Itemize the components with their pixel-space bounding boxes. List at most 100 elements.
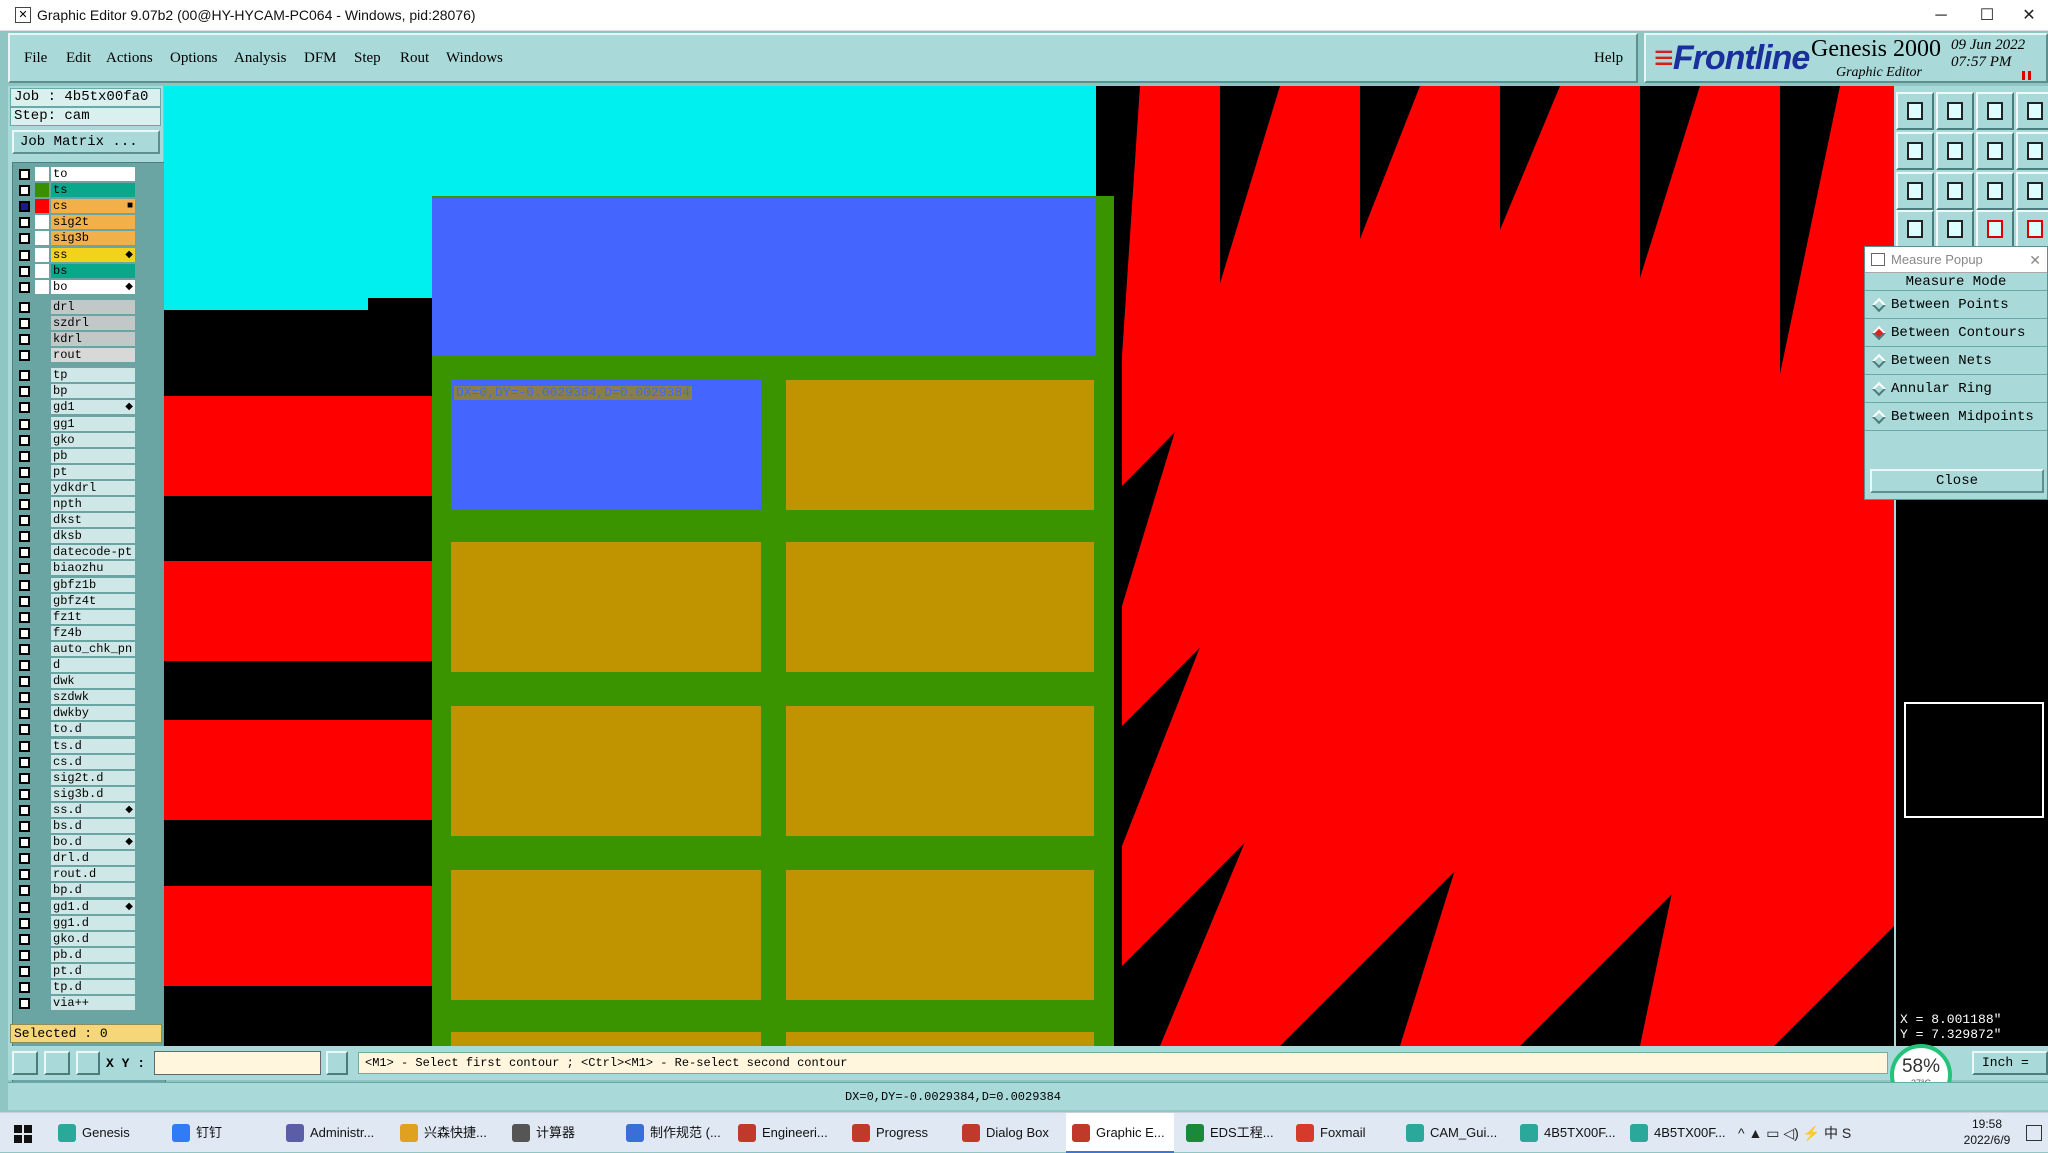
layer-checkbox[interactable] (19, 467, 30, 478)
layer-name[interactable]: ts.d (51, 739, 135, 753)
layer-color-swatch[interactable] (35, 529, 49, 543)
layer-row-sig2t.d[interactable]: sig2t.d (15, 771, 139, 785)
zoom-page-button[interactable] (1936, 92, 1974, 130)
option-between-nets[interactable]: Between Nets (1865, 347, 2047, 375)
layer-name[interactable]: gg1 (51, 417, 135, 431)
layer-row-gg1.d[interactable]: gg1.d (15, 916, 139, 930)
layer-color-swatch[interactable] (35, 610, 49, 624)
layer-color-swatch[interactable] (35, 916, 49, 930)
layer-row-auto_chk_pn[interactable]: auto_chk_pn (15, 642, 139, 656)
option-between-midpoints[interactable]: Between Midpoints (1865, 403, 2047, 431)
info-icon[interactable] (326, 1051, 348, 1075)
taskbar-item[interactable]: 兴森快捷... (394, 1113, 500, 1153)
layer-color-swatch[interactable] (35, 932, 49, 946)
layer-checkbox[interactable] (19, 982, 30, 993)
layer-row-to[interactable]: to (15, 167, 139, 181)
layer-checkbox[interactable] (19, 853, 30, 864)
layer-color-swatch[interactable] (35, 332, 49, 346)
layer-color-swatch[interactable] (35, 497, 49, 511)
layer-name[interactable]: npth (51, 497, 135, 511)
layer-color-swatch[interactable] (35, 449, 49, 463)
layer-name[interactable]: dwkby (51, 706, 135, 720)
layer-color-swatch[interactable] (35, 690, 49, 704)
layer-row-pt.d[interactable]: pt.d (15, 964, 139, 978)
layer-name[interactable]: pb.d (51, 948, 135, 962)
notification-icon[interactable] (2026, 1125, 2042, 1141)
taskbar-item[interactable]: EDS工程... (1180, 1113, 1284, 1153)
layer-color-swatch[interactable] (35, 481, 49, 495)
menu-analysis[interactable]: Analysis (234, 50, 287, 67)
layer-color-swatch[interactable] (35, 400, 49, 414)
layer-row-datecode-pt[interactable]: datecode-pt (15, 545, 139, 559)
menu-help[interactable]: Help (1594, 50, 1623, 67)
layers-button[interactable] (1896, 210, 1934, 248)
overview-map[interactable] (1904, 702, 2044, 818)
layer-color-swatch[interactable] (35, 900, 49, 914)
layer-name[interactable]: kdrl (51, 332, 135, 346)
layer-checkbox[interactable] (19, 201, 30, 212)
layer-name[interactable]: gg1.d (51, 916, 135, 930)
layer-name[interactable]: rout.d (51, 867, 135, 881)
layer-checkbox[interactable] (19, 837, 30, 848)
layer-row-szdwk[interactable]: szdwk (15, 690, 139, 704)
taskbar-item[interactable]: 制作规范 (... (620, 1113, 726, 1153)
layer-row-dksb[interactable]: dksb (15, 529, 139, 543)
layer-color-swatch[interactable] (35, 787, 49, 801)
layer-row-drl.d[interactable]: drl.d (15, 851, 139, 865)
xy-input[interactable] (154, 1051, 321, 1075)
layer-checkbox[interactable] (19, 515, 30, 526)
layer-checkbox[interactable] (19, 563, 30, 574)
layer-color-swatch[interactable] (35, 755, 49, 769)
layer-color-swatch[interactable] (35, 674, 49, 688)
layer-color-swatch[interactable] (35, 803, 49, 817)
layer-color-swatch[interactable] (35, 167, 49, 181)
layer-row-ydkdrl[interactable]: ydkdrl (15, 481, 139, 495)
layer-color-swatch[interactable] (35, 433, 49, 447)
layer-row-bs.d[interactable]: bs.d (15, 819, 139, 833)
layer-row-gbfz1b[interactable]: gbfz1b (15, 578, 139, 592)
taskbar-item[interactable]: 钉钉 (166, 1113, 274, 1153)
measure-button[interactable] (1976, 210, 2014, 248)
layer-row-bp.d[interactable]: bp.d (15, 883, 139, 897)
layer-row-fz1t[interactable]: fz1t (15, 610, 139, 624)
layer-name[interactable]: gko (51, 433, 135, 447)
layer-row-bo[interactable]: bo ◆ (15, 280, 139, 294)
zoom-out-button[interactable] (1936, 172, 1974, 210)
layer-row-rout.d[interactable]: rout.d (15, 867, 139, 881)
layer-color-swatch[interactable] (35, 300, 49, 314)
layer-checkbox[interactable] (19, 724, 30, 735)
layer-color-swatch[interactable] (35, 706, 49, 720)
taskbar-item[interactable]: Graphic E... (1066, 1113, 1174, 1153)
layer-checkbox[interactable] (19, 869, 30, 880)
taskbar-item[interactable]: Progress (846, 1113, 950, 1153)
zoom-step-button[interactable] (2016, 92, 2048, 130)
layer-color-swatch[interactable] (35, 578, 49, 592)
layer-name[interactable]: sig2t.d (51, 771, 135, 785)
layer-name[interactable]: pt.d (51, 964, 135, 978)
layer-checkbox[interactable] (19, 318, 30, 329)
zoom-in-button[interactable] (1896, 172, 1934, 210)
layer-checkbox[interactable] (19, 350, 30, 361)
zoom-home-button[interactable] (1896, 92, 1934, 130)
layer-checkbox[interactable] (19, 676, 30, 687)
layer-checkbox[interactable] (19, 451, 30, 462)
layer-row-pb[interactable]: pb (15, 449, 139, 463)
menu-file[interactable]: File (24, 50, 47, 67)
menu-options[interactable]: Options (170, 50, 218, 67)
layer-name[interactable]: gd1.d (51, 900, 135, 914)
layer-checkbox[interactable] (19, 966, 30, 977)
layer-color-swatch[interactable] (35, 465, 49, 479)
layer-checkbox[interactable] (19, 266, 30, 277)
layer-checkbox[interactable] (19, 302, 30, 313)
select-tool-icon[interactable] (12, 1051, 38, 1075)
layer-name[interactable]: drl (51, 300, 135, 314)
layer-name[interactable]: ss.d (51, 803, 135, 817)
layer-checkbox[interactable] (19, 386, 30, 397)
layer-color-swatch[interactable] (35, 199, 49, 213)
layer-checkbox[interactable] (19, 334, 30, 345)
layer-name[interactable]: szdwk (51, 690, 135, 704)
layer-name[interactable]: biaozhu (51, 561, 135, 575)
menu-actions[interactable]: Actions (106, 50, 153, 67)
layer-name[interactable]: ss (51, 248, 135, 262)
layer-color-swatch[interactable] (35, 215, 49, 229)
